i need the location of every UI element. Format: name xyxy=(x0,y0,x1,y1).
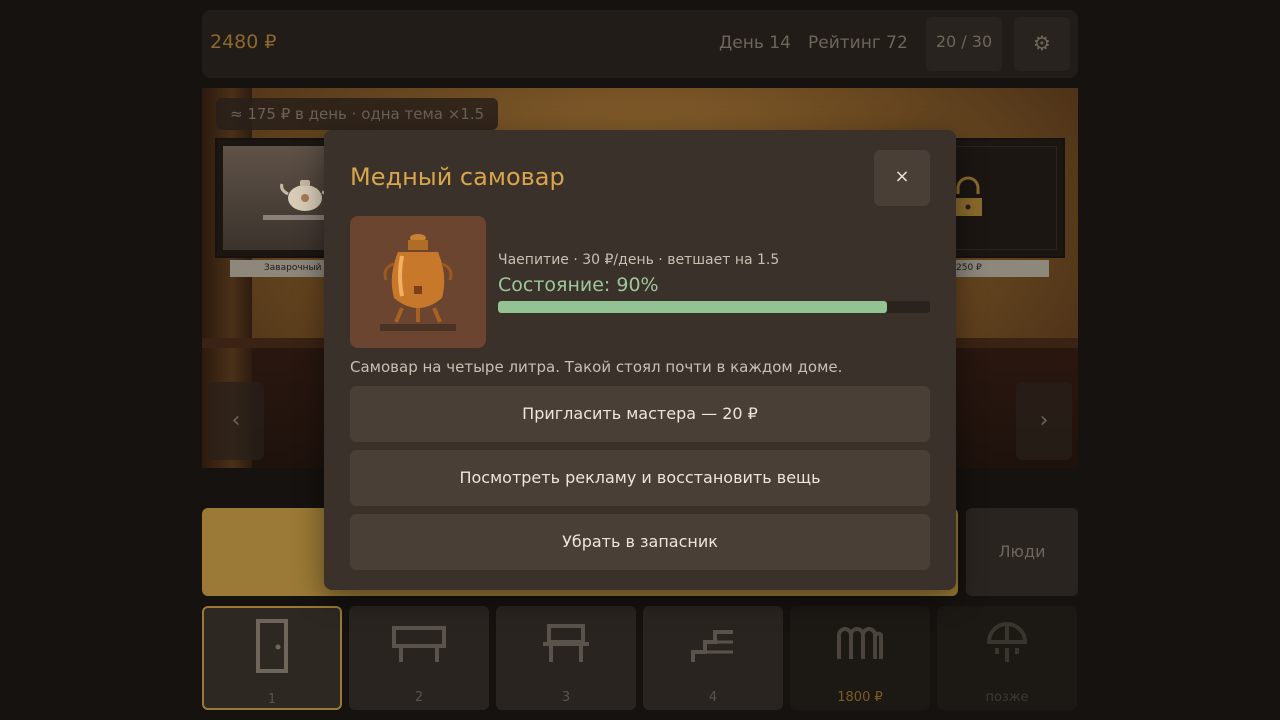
stairs-icon xyxy=(691,630,733,662)
item-meta: Чаепитие · 30 ₽/день · ветшает на 1.5 xyxy=(498,252,780,268)
item-title: Медный самовар xyxy=(350,163,565,191)
condition-bar xyxy=(498,301,930,313)
room-label: 2 xyxy=(414,690,424,705)
room-tab-6: позже xyxy=(937,606,1077,710)
item-image xyxy=(350,216,486,348)
radiator-icon xyxy=(837,627,883,659)
item-detail-dialog: Медный самовар × Чаепитие · 30 ₽/день · … xyxy=(324,130,956,590)
chevron-right-icon: › xyxy=(1039,408,1049,433)
day-counter: День 14 xyxy=(719,33,791,53)
room-tab-3[interactable]: 3 xyxy=(496,606,636,710)
rating-counter: Рейтинг 72 xyxy=(808,33,908,53)
next-exhibit-button[interactable]: › xyxy=(1016,382,1072,460)
shower-icon xyxy=(986,622,1028,662)
money-counter: 2480 ₽ xyxy=(210,31,277,53)
close-icon: × xyxy=(894,166,910,187)
room-label: 4 xyxy=(708,690,718,705)
settings-button[interactable]: ⚙ xyxy=(1014,17,1070,71)
room-label: 1 xyxy=(267,692,277,707)
samovar-icon xyxy=(380,234,456,331)
room-tab-1[interactable]: 1 xyxy=(202,606,342,710)
repair-button[interactable]: Пригласить мастера — 20 ₽ xyxy=(350,386,930,442)
item-description: Самовар на четыре литра. Такой стоял поч… xyxy=(350,358,843,376)
teapot-icon xyxy=(280,180,329,211)
watch-ad-button[interactable]: Посмотреть рекламу и восстановить вещь xyxy=(350,450,930,506)
door-icon xyxy=(256,619,288,673)
prev-exhibit-button[interactable]: ‹ xyxy=(208,382,264,460)
condition-label: Состояние: 90% xyxy=(498,274,659,296)
income-info: ≈ 175 ₽ в день · одна тема ×1.5 xyxy=(216,98,499,130)
room-later-label: позже xyxy=(985,690,1029,705)
top-bar: 2480 ₽ День 14 Рейтинг 72 20 / 30 ⚙ xyxy=(202,10,1078,78)
room-tab-4[interactable]: 4 xyxy=(643,606,783,710)
capacity-counter: 20 / 30 xyxy=(926,17,1002,71)
room-tab-5[interactable]: 1800 ₽ xyxy=(790,606,930,710)
bench-icon xyxy=(392,626,446,662)
people-button[interactable]: Люди xyxy=(966,508,1078,596)
gear-icon: ⚙ xyxy=(1033,31,1051,55)
room-label: 3 xyxy=(561,690,571,705)
chevron-left-icon: ‹ xyxy=(231,408,241,433)
store-button[interactable]: Убрать в запасник xyxy=(350,514,930,570)
lock-icon xyxy=(954,176,982,216)
table-icon xyxy=(543,624,589,662)
room-tab-2[interactable]: 2 xyxy=(349,606,489,710)
room-price-label: 1800 ₽ xyxy=(837,690,883,705)
condition-bar-fill xyxy=(498,301,887,313)
close-button[interactable]: × xyxy=(874,150,930,206)
